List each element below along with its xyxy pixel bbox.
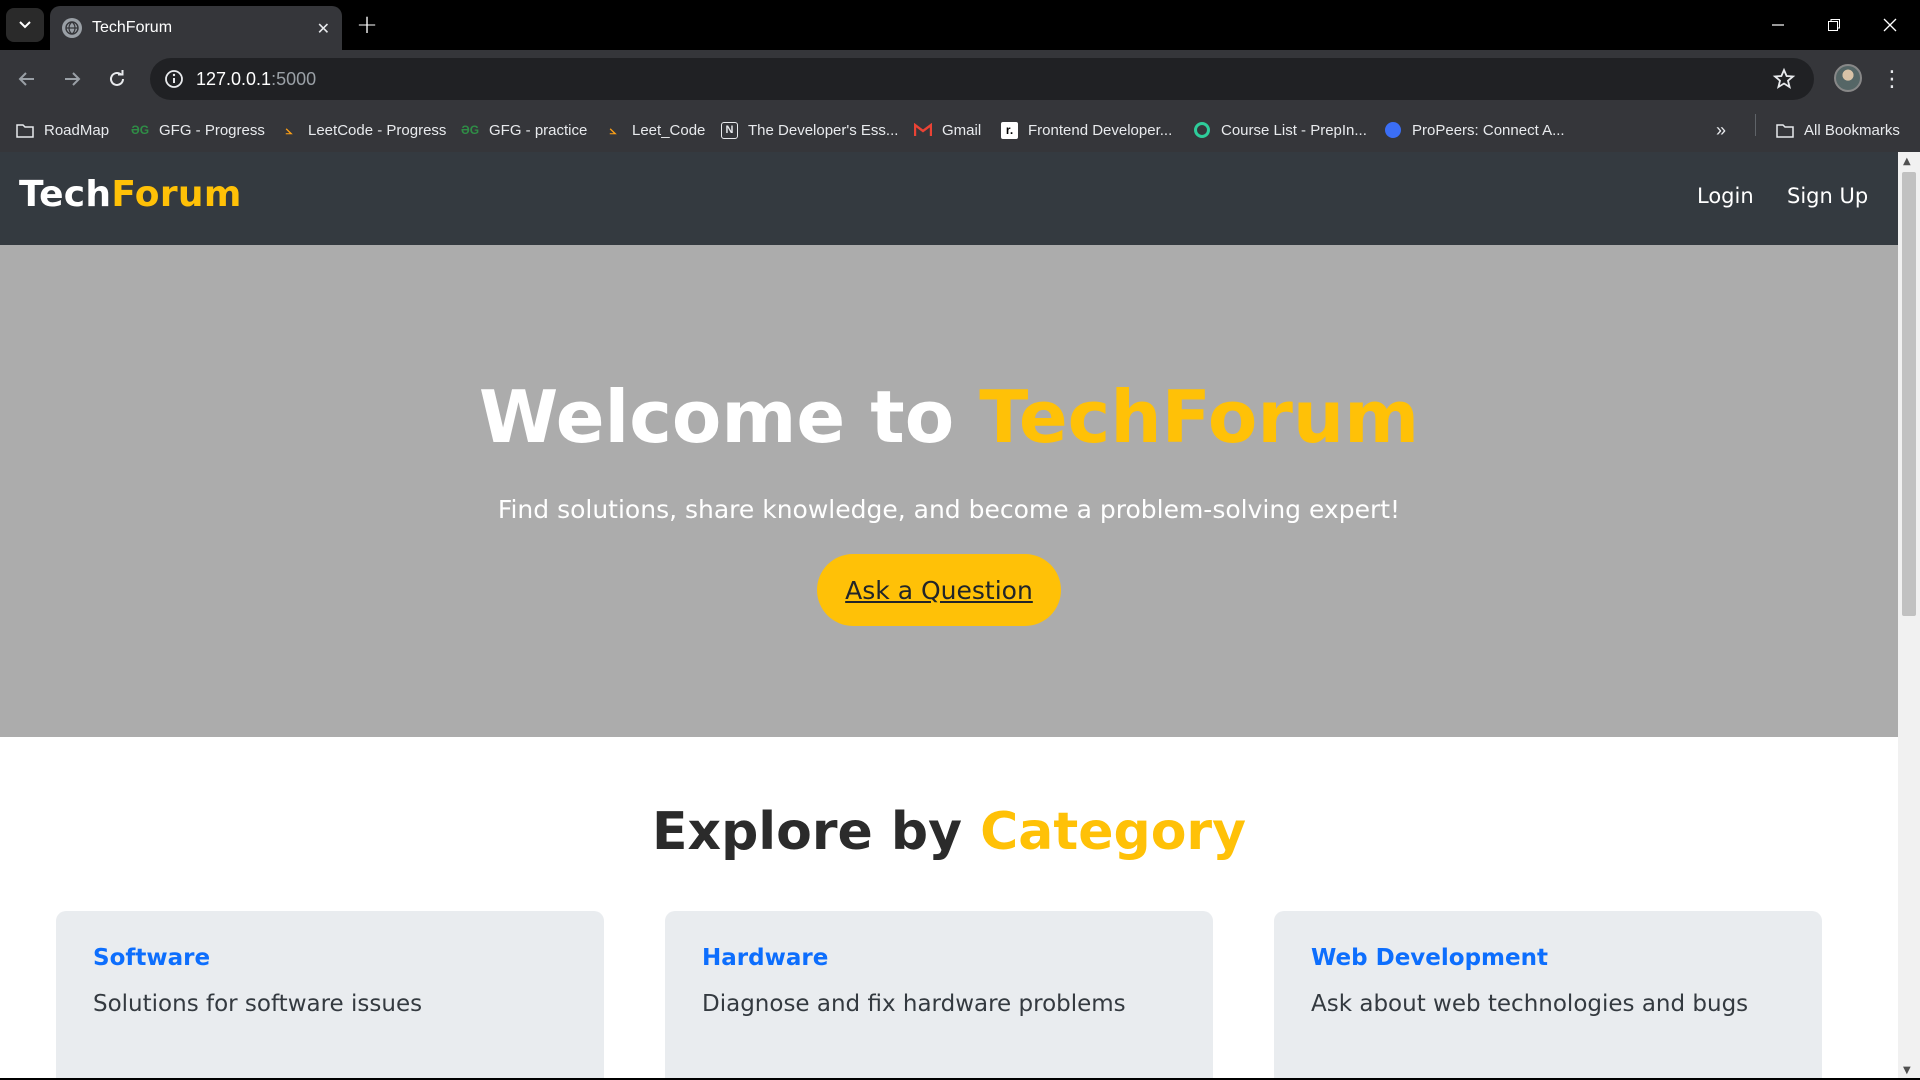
site-logo[interactable]: TechForum — [19, 174, 242, 215]
hero-title-accent: TechForum — [979, 375, 1420, 459]
url-port: :5000 — [271, 68, 317, 89]
bookmark-label: GFG - practice — [489, 121, 588, 139]
bookmark-label: Leet_Code — [632, 121, 706, 139]
site-navbar: TechForum Login Sign Up — [0, 152, 1898, 245]
close-icon — [1883, 18, 1897, 32]
category-title[interactable]: Web Development — [1311, 945, 1785, 971]
hero-title: Welcome to TechForum — [0, 375, 1898, 459]
forward-button[interactable] — [55, 62, 89, 96]
bookmark-roadmap[interactable]: RoadMap — [16, 118, 109, 142]
bookmark-course-list[interactable]: Course List - PrepIn... — [1193, 118, 1367, 142]
bookmark-gfg-progress[interactable]: ƏG GFG - Progress — [131, 118, 265, 142]
roadmap-icon: r. — [1001, 121, 1018, 139]
brand-accent: Forum — [111, 174, 242, 215]
gfg-icon: ƏG — [460, 123, 480, 137]
brand-main: Tech — [19, 174, 112, 215]
signup-link[interactable]: Sign Up — [1787, 184, 1868, 208]
new-tab-button[interactable]: + — [352, 10, 382, 40]
browser-tab[interactable]: TechForum ✕ — [50, 6, 342, 50]
tab-title: TechForum — [92, 19, 173, 36]
bookmark-label: Frontend Developer... — [1028, 121, 1173, 139]
ask-question-button[interactable]: Ask a Question — [817, 554, 1061, 626]
star-icon[interactable] — [1772, 67, 1796, 91]
arrow-right-icon — [65, 72, 81, 86]
gmail-icon — [914, 121, 932, 139]
hero-section: Welcome to TechForum Find solutions, sha… — [0, 245, 1898, 737]
category-description: Ask about web technologies and bugs — [1311, 991, 1749, 1017]
profile-avatar[interactable] — [1834, 64, 1862, 92]
page-viewport: TechForum Login Sign Up Welcome to TechF… — [0, 152, 1898, 1078]
prepinsta-icon — [1193, 121, 1211, 139]
leetcode-icon: ⦣ — [609, 122, 617, 137]
login-link[interactable]: Login — [1697, 184, 1754, 208]
globe-icon — [62, 18, 82, 38]
categories-heading: Explore by Category — [0, 802, 1898, 862]
propeers-icon — [1384, 121, 1402, 139]
categories-heading-main: Explore by — [652, 802, 981, 862]
leetcode-icon: ⦣ — [285, 122, 293, 137]
tab-strip: TechForum ✕ + — [0, 0, 1920, 50]
bookmark-label: The Developer's Ess... — [748, 121, 899, 139]
hero-lead: Find solutions, share knowledge, and bec… — [497, 495, 1401, 524]
category-title[interactable]: Hardware — [702, 945, 1176, 971]
arrow-left-icon — [18, 72, 34, 86]
browser-toolbar: 127.0.0.1:5000 ⋮ — [0, 50, 1920, 108]
bookmark-leet-code[interactable]: ⦣ Leet_Code — [604, 118, 706, 142]
bookmarks-divider — [1755, 114, 1756, 136]
minimize-button[interactable] — [1750, 0, 1806, 50]
info-icon[interactable] — [162, 67, 186, 91]
bookmark-gfg-practice[interactable]: ƏG GFG - practice — [461, 118, 587, 142]
category-card-software[interactable]: Software Solutions for software issues — [56, 911, 604, 1078]
folder-icon — [1776, 121, 1794, 139]
notion-icon: N — [721, 121, 738, 139]
hero-title-main: Welcome to — [478, 375, 980, 459]
bookmark-label: ProPeers: Connect A... — [1412, 121, 1565, 139]
more-bookmarks-icon[interactable]: » — [1716, 118, 1726, 142]
scroll-up-icon[interactable]: ▲ — [1903, 156, 1911, 167]
folder-icon — [16, 121, 34, 139]
gfg-icon: ƏG — [130, 123, 150, 137]
chevron-down-icon — [19, 21, 31, 29]
restore-button[interactable] — [1806, 0, 1862, 50]
reload-icon — [110, 70, 124, 86]
bookmark-label: LeetCode - Progress — [308, 121, 447, 139]
scrollbar-thumb[interactable] — [1902, 172, 1916, 616]
bookmark-label: Course List - PrepIn... — [1221, 121, 1367, 139]
browser-menu-icon[interactable]: ⋮ — [1880, 64, 1904, 94]
bookmark-label: Gmail — [942, 121, 982, 139]
page-scrollbar[interactable]: ▲ ▼ — [1898, 152, 1920, 1078]
bookmark-label: RoadMap — [44, 121, 110, 139]
reload-button[interactable] — [100, 62, 134, 96]
category-card-hardware[interactable]: Hardware Diagnose and fix hardware probl… — [665, 911, 1213, 1078]
category-title[interactable]: Software — [93, 945, 567, 971]
category-description: Diagnose and fix hardware problems — [702, 991, 1126, 1017]
bookmark-developers-essentials[interactable]: N The Developer's Ess... — [721, 118, 898, 142]
close-tab-icon[interactable]: ✕ — [317, 19, 330, 38]
url-host: 127.0.0.1 — [196, 68, 272, 89]
back-button[interactable] — [10, 62, 44, 96]
bookmarks-bar: RoadMap ƏG GFG - Progress ⦣ LeetCode - P… — [0, 108, 1920, 152]
bookmark-frontend-developer[interactable]: r. Frontend Developer... — [1001, 118, 1172, 142]
bookmark-label: GFG - Progress — [159, 121, 265, 139]
scroll-down-icon[interactable]: ▼ — [1903, 1065, 1911, 1076]
categories-heading-accent: Category — [980, 802, 1246, 862]
minimize-icon — [1772, 24, 1784, 26]
all-bookmarks-label: All Bookmarks — [1804, 121, 1900, 139]
category-description: Solutions for software issues — [93, 991, 423, 1017]
tab-search-button[interactable] — [6, 8, 44, 42]
restore-icon — [1828, 19, 1840, 31]
address-bar[interactable]: 127.0.0.1:5000 — [150, 58, 1814, 100]
bookmark-propeers[interactable]: ProPeers: Connect A... — [1384, 118, 1565, 142]
category-card-web-development[interactable]: Web Development Ask about web technologi… — [1274, 911, 1822, 1078]
bookmark-gmail[interactable]: Gmail — [914, 118, 981, 142]
bookmark-leetcode-progress[interactable]: ⦣ LeetCode - Progress — [280, 118, 447, 142]
all-bookmarks[interactable]: All Bookmarks — [1776, 118, 1900, 142]
close-window-button[interactable] — [1862, 0, 1918, 50]
